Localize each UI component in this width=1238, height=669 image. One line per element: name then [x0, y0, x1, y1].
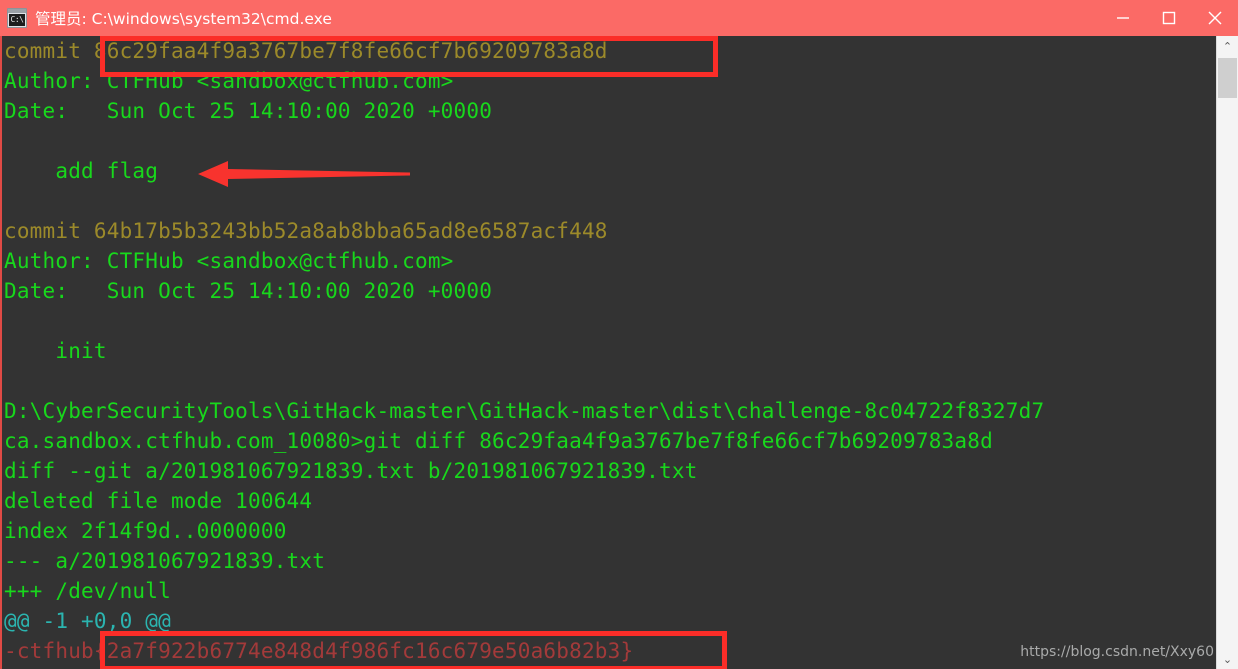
terminal-line: Author: CTFHub <sandbox@ctfhub.com>: [2, 66, 1218, 96]
terminal-line: deleted file mode 100644: [2, 486, 1218, 516]
terminal-line-segment: Date: Sun Oct 25 14:10:00 2020 +0000: [4, 99, 493, 123]
terminal-line: Date: Sun Oct 25 14:10:00 2020 +0000: [2, 96, 1218, 126]
terminal-line-segment: diff --git a/201981067921839.txt b/20198…: [4, 459, 698, 483]
window-titlebar[interactable]: C:\ 管理员: C:\windows\system32\cmd.exe: [0, 0, 1238, 36]
terminal-line: --- a/201981067921839.txt: [2, 546, 1218, 576]
terminal-line-segment: 86c29faa4f9a3767be7f8fe66cf7b69209783a8d: [93, 39, 608, 63]
terminal-line: commit 64b17b5b3243bb52a8ab8bba65ad8e658…: [2, 216, 1218, 246]
vertical-scrollbar[interactable]: ⌃ ⌄: [1216, 36, 1238, 669]
scrollbar-thumb[interactable]: [1218, 58, 1237, 98]
terminal-text: commit 86c29faa4f9a3767be7f8fe66cf7b6920…: [2, 36, 1218, 669]
watermark-text: https://blog.csdn.net/Xxy60: [1020, 644, 1214, 660]
terminal-line: @@ -1 +0,0 @@: [2, 606, 1218, 636]
terminal-line-segment: -ctfhub{2a7f922b6774e848d4f986fc16c679e5…: [4, 639, 634, 663]
console-output-area[interactable]: commit 86c29faa4f9a3767be7f8fe66cf7b6920…: [0, 36, 1238, 669]
minimize-button[interactable]: [1100, 0, 1146, 36]
maximize-icon: [1162, 11, 1176, 25]
terminal-line: Author: CTFHub <sandbox@ctfhub.com>: [2, 246, 1218, 276]
cmd-icon-bar: [8, 9, 26, 13]
terminal-line-segment: Author: CTFHub <sandbox@ctfhub.com>: [4, 249, 454, 273]
close-icon: [1208, 11, 1222, 25]
minimize-icon: [1117, 17, 1129, 19]
scroll-up-arrow-icon[interactable]: ⌃: [1217, 36, 1238, 56]
terminal-line: Date: Sun Oct 25 14:10:00 2020 +0000: [2, 276, 1218, 306]
terminal-line-segment: commit 64b17b5b3243bb52a8ab8bba65ad8e658…: [4, 219, 608, 243]
terminal-line-segment: add flag: [4, 159, 159, 183]
terminal-line-segment: D:\CyberSecurityTools\GitHack-master\Git…: [4, 399, 1045, 423]
terminal-line: ca.sandbox.ctfhub.com_10080>git diff 86c…: [2, 426, 1218, 456]
window-title: 管理员: C:\windows\system32\cmd.exe: [35, 10, 332, 28]
terminal-line-segment: init: [4, 339, 107, 363]
terminal-line: +++ /dev/null: [2, 576, 1218, 606]
terminal-line-segment: Author: CTFHub <sandbox@ctfhub.com>: [4, 69, 454, 93]
maximize-button[interactable]: [1146, 0, 1192, 36]
terminal-line-segment: @@ -1 +0,0 @@: [4, 609, 171, 633]
terminal-line-segment: --- a/201981067921839.txt: [4, 549, 326, 573]
terminal-line: index 2f14f9d..0000000: [2, 516, 1218, 546]
terminal-line-segment: Date: Sun Oct 25 14:10:00 2020 +0000: [4, 279, 493, 303]
terminal-line: D:\CyberSecurityTools\GitHack-master\Git…: [2, 396, 1218, 426]
terminal-line-segment: ca.sandbox.ctfhub.com_10080>git diff 86c…: [4, 429, 993, 453]
terminal-line: diff --git a/201981067921839.txt b/20198…: [2, 456, 1218, 486]
terminal-line: init: [2, 336, 1218, 366]
terminal-line-segment: index 2f14f9d..0000000: [4, 519, 287, 543]
cmd-window-icon: C:\: [7, 8, 27, 28]
terminal-line-segment: deleted file mode 100644: [4, 489, 313, 513]
terminal-line: add flag: [2, 156, 1218, 186]
terminal-line-segment: commit: [4, 39, 94, 63]
terminal-line: commit 86c29faa4f9a3767be7f8fe66cf7b6920…: [2, 36, 1218, 66]
cmd-window: C:\ 管理员: C:\windows\system32\cmd.exe com…: [0, 0, 1238, 669]
cmd-icon-screen: C:\: [9, 14, 25, 26]
terminal-line-segment: +++ /dev/null: [4, 579, 171, 603]
scroll-down-arrow-icon[interactable]: ⌄: [1217, 649, 1238, 669]
close-button[interactable]: [1192, 0, 1238, 36]
